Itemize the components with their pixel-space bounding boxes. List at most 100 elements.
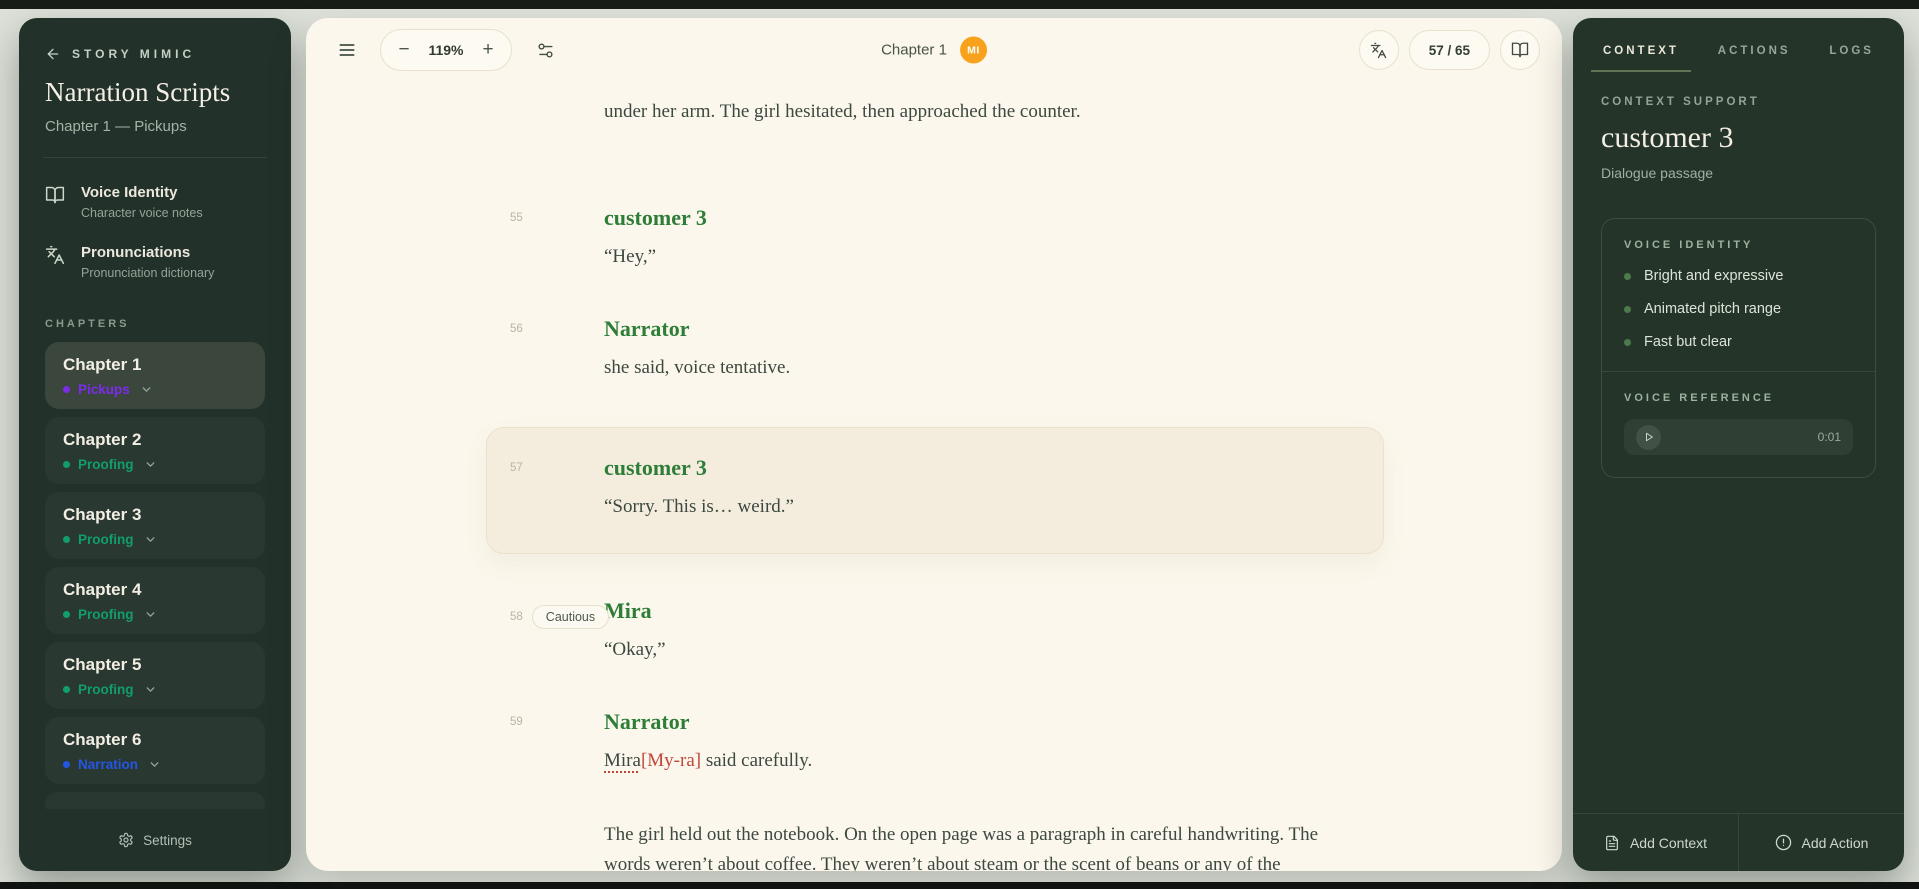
- speaker-name[interactable]: Mira: [604, 598, 1322, 624]
- speaker-name[interactable]: customer 3: [604, 205, 1322, 231]
- page-title: Narration Scripts: [45, 77, 265, 108]
- status-label: Narration: [78, 757, 138, 772]
- tab-context[interactable]: CONTEXT: [1603, 45, 1679, 72]
- script-paragraph[interactable]: The girl held out the notebook. On the o…: [604, 820, 1322, 871]
- pronunciation-hint[interactable]: [My-ra]: [641, 750, 701, 771]
- script-block-57-selected[interactable]: 57 customer 3 “Sorry. This is… weird.”: [486, 427, 1384, 554]
- tab-logs[interactable]: LOGS: [1829, 45, 1874, 72]
- trait-label: Bright and expressive: [1644, 268, 1783, 284]
- panel-footer: Add Context Add Action: [1573, 813, 1904, 871]
- languages-icon: [1370, 42, 1387, 59]
- nav-item-label: Voice Identity: [81, 184, 203, 201]
- chapter-card-4[interactable]: Chapter 4 Proofing: [45, 567, 265, 634]
- settings-button[interactable]: Settings: [45, 809, 265, 871]
- chapter-name: Chapter 6: [63, 730, 247, 750]
- divider: [43, 157, 267, 158]
- speaker-name[interactable]: Narrator: [604, 709, 1322, 735]
- zoom-in-button[interactable]: +: [469, 31, 507, 69]
- display-settings-button[interactable]: [526, 31, 564, 69]
- chapter-name: Chapter 2: [63, 430, 247, 450]
- voice-trait: Bright and expressive: [1624, 268, 1853, 284]
- progress-counter: 57 / 65: [1409, 30, 1490, 70]
- chevron-down-icon[interactable]: [140, 383, 153, 396]
- emotion-badge[interactable]: Cautious: [532, 605, 609, 629]
- languages-icon: [45, 245, 65, 265]
- pronunciation-tool-button[interactable]: [1359, 30, 1399, 70]
- context-title: customer 3: [1601, 121, 1876, 155]
- paragraph-number: 59: [510, 716, 523, 728]
- script-paragraph[interactable]: “Hey,”: [604, 242, 1322, 272]
- bullet-dot: [1624, 273, 1631, 280]
- bullet-dot: [1624, 306, 1631, 313]
- chapter-name: Chapter 3: [63, 505, 247, 525]
- zoom-control: − 119% +: [380, 29, 512, 71]
- status-label: Proofing: [78, 607, 134, 622]
- speaker-name[interactable]: customer 3: [604, 455, 1343, 481]
- tab-actions[interactable]: ACTIONS: [1718, 45, 1791, 72]
- alert-circle-icon: [1775, 834, 1792, 851]
- avatar[interactable]: MI: [960, 37, 987, 64]
- settings-label: Settings: [143, 833, 192, 848]
- script-block-55[interactable]: 55 customer 3 “Hey,”: [604, 205, 1322, 272]
- speaker-name[interactable]: Narrator: [604, 316, 1322, 342]
- context-support-label: CONTEXT SUPPORT: [1601, 96, 1876, 108]
- add-context-label: Add Context: [1630, 835, 1707, 851]
- status-dot: [63, 611, 70, 618]
- play-button[interactable]: [1636, 425, 1661, 450]
- divider: [1602, 371, 1875, 372]
- arrow-left-icon: [45, 46, 61, 62]
- zoom-out-button[interactable]: −: [385, 31, 423, 69]
- chapter-name: Chapter 4: [63, 580, 247, 600]
- pronunciation-word[interactable]: Mira: [604, 750, 641, 771]
- nav-item-label: Pronunciations: [81, 244, 214, 261]
- bullet-dot: [1624, 339, 1631, 346]
- chapter-name: Chapter 5: [63, 655, 247, 675]
- status-label: Proofing: [78, 682, 134, 697]
- current-chapter-label: Chapter 1: [881, 42, 947, 59]
- audio-player[interactable]: 0:01: [1624, 419, 1853, 455]
- chevron-down-icon[interactable]: [144, 608, 157, 621]
- chapter-card-5[interactable]: Chapter 5 Proofing: [45, 642, 265, 709]
- script-scroll-area[interactable]: under her arm. The girl hesitated, then …: [306, 82, 1562, 871]
- sidebar-item-voice-identity[interactable]: Voice Identity Character voice notes: [45, 184, 265, 220]
- menu-button[interactable]: [328, 31, 366, 69]
- script-paragraph[interactable]: “Okay,”: [604, 635, 1322, 665]
- voice-trait: Fast but clear: [1624, 334, 1853, 350]
- chevron-down-icon[interactable]: [144, 458, 157, 471]
- status-dot: [63, 386, 70, 393]
- sidebar-item-pronunciations[interactable]: Pronunciations Pronunciation dictionary: [45, 244, 265, 280]
- gear-icon: [118, 832, 134, 848]
- script-block-58[interactable]: 58 Cautious Mira “Okay,”: [604, 598, 1322, 665]
- nav-item-desc: Pronunciation dictionary: [81, 266, 214, 280]
- status-dot: [63, 461, 70, 468]
- paragraph-number: 55: [510, 212, 523, 224]
- script-paragraph[interactable]: “Sorry. This is… weird.”: [604, 492, 1343, 522]
- script-paragraph[interactable]: she said, voice tentative.: [604, 353, 1322, 383]
- script-block-59[interactable]: 59 Narrator Mira[My-ra] said carefully.: [604, 709, 1322, 776]
- status-dot: [63, 761, 70, 768]
- chapter-card-6[interactable]: Chapter 6 Narration: [45, 717, 265, 784]
- back-link[interactable]: STORY MIMIC: [45, 46, 265, 62]
- reader-view-button[interactable]: [1500, 30, 1540, 70]
- script-paragraph[interactable]: under her arm. The girl hesitated, then …: [604, 97, 1322, 127]
- paragraph-text: said carefully.: [701, 750, 812, 771]
- script-block-56[interactable]: 56 Narrator she said, voice tentative.: [604, 316, 1322, 383]
- add-context-button[interactable]: Add Context: [1573, 814, 1738, 871]
- chevron-down-icon[interactable]: [148, 758, 161, 771]
- script-paragraph[interactable]: Mira[My-ra] said carefully.: [604, 746, 1322, 776]
- chapter-card-7-partial[interactable]: [45, 792, 265, 809]
- voice-reference-label: VOICE REFERENCE: [1624, 392, 1853, 404]
- chapter-card-2[interactable]: Chapter 2 Proofing: [45, 417, 265, 484]
- zoom-level: 119%: [423, 42, 469, 58]
- chapter-card-1[interactable]: Chapter 1 Pickups: [45, 342, 265, 409]
- add-action-button[interactable]: Add Action: [1738, 814, 1904, 871]
- sidebar: STORY MIMIC Narration Scripts Chapter 1 …: [19, 18, 291, 871]
- chapter-card-3[interactable]: Chapter 3 Proofing: [45, 492, 265, 559]
- hamburger-icon: [337, 40, 357, 60]
- chevron-down-icon[interactable]: [144, 533, 157, 546]
- nav-item-desc: Character voice notes: [81, 206, 203, 220]
- add-action-label: Add Action: [1802, 835, 1869, 851]
- voice-trait: Animated pitch range: [1624, 301, 1853, 317]
- voice-identity-card: VOICE IDENTITY Bright and expressive Ani…: [1601, 218, 1876, 478]
- chevron-down-icon[interactable]: [144, 683, 157, 696]
